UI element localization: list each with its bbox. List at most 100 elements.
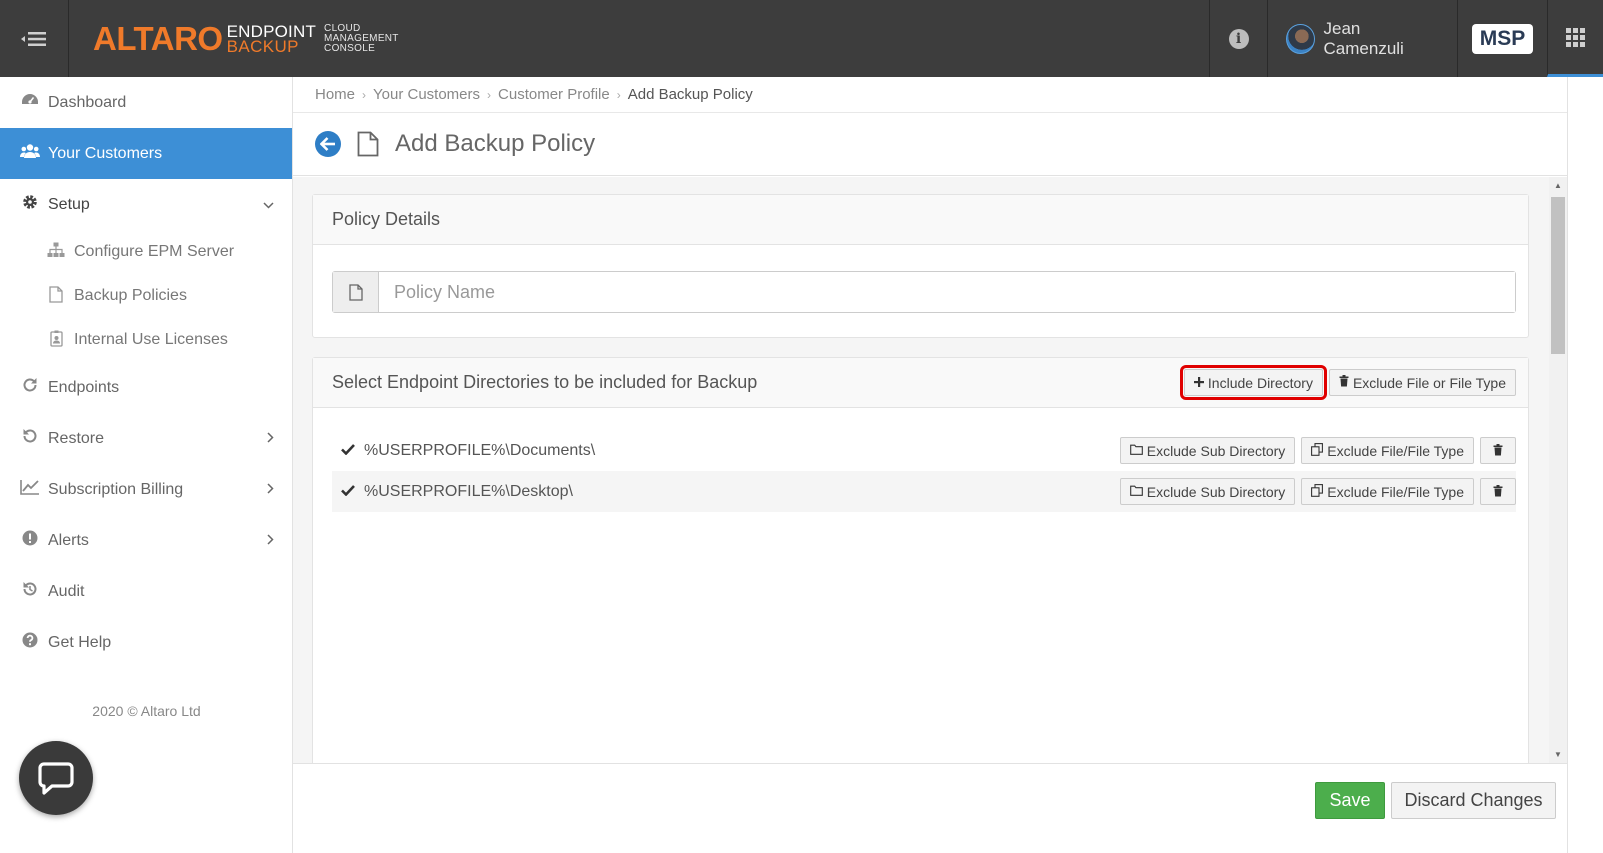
exclude-file-type-row-button[interactable]: Exclude File/File Type bbox=[1301, 437, 1474, 464]
row-actions: Exclude Sub Directory Exclude File/File … bbox=[1119, 478, 1516, 505]
sidebar-item-dashboard[interactable]: Dashboard bbox=[0, 77, 292, 128]
sidebar-item-get-help[interactable]: Get Help bbox=[0, 617, 292, 668]
sidebar-item-your-customers[interactable]: Your Customers bbox=[0, 128, 292, 179]
sidebar-item-setup[interactable]: Setup bbox=[0, 179, 292, 230]
sidebar-subitem-label: Internal Use Licenses bbox=[74, 331, 228, 348]
breadcrumb-your-customers[interactable]: Your Customers bbox=[373, 86, 480, 103]
scroll-up-arrow-icon[interactable]: ▲ bbox=[1549, 177, 1567, 194]
folder-icon bbox=[1129, 444, 1143, 458]
dashboard-icon bbox=[20, 92, 40, 113]
chat-icon bbox=[38, 762, 74, 795]
info-icon: i bbox=[1228, 28, 1249, 49]
page-header: Add Backup Policy bbox=[293, 113, 1567, 176]
sidebar-item-label: Setup bbox=[48, 195, 90, 213]
policy-name-input[interactable] bbox=[379, 272, 1515, 312]
panel-heading: Select Endpoint Directories to be includ… bbox=[313, 358, 1528, 408]
sidebar-subitem-label: Backup Policies bbox=[74, 287, 187, 304]
directory-list: %USERPROFILE%\Documents\ Exclude Sub Dir… bbox=[332, 430, 1516, 512]
breadcrumb-customer-profile[interactable]: Customer Profile bbox=[498, 86, 610, 103]
button-label: Include Directory bbox=[1207, 374, 1313, 391]
sidebar-toggle-button[interactable] bbox=[0, 0, 69, 77]
sidebar-item-label: Restore bbox=[48, 429, 105, 447]
exclude-file-type-button[interactable]: Exclude File or File Type bbox=[1328, 369, 1516, 396]
sidebar-item-label: Alerts bbox=[48, 531, 89, 549]
msp-button[interactable]: MSP bbox=[1457, 0, 1547, 77]
sidebar-item-restore[interactable]: Restore bbox=[0, 413, 292, 464]
users-icon bbox=[20, 143, 40, 164]
history-icon bbox=[20, 581, 40, 602]
question-icon bbox=[20, 632, 40, 653]
logo-console: CLOUD MANAGEMENT CONSOLE bbox=[324, 24, 399, 54]
directory-path: %USERPROFILE%\Documents\ bbox=[364, 441, 596, 459]
line-chart-icon bbox=[20, 479, 40, 500]
user-name: Jean Camenzuli bbox=[1323, 18, 1404, 58]
sidebar-item-label: Get Help bbox=[48, 633, 112, 651]
exclude-sub-directory-button[interactable]: Exclude Sub Directory bbox=[1119, 478, 1296, 505]
sidebar-item-alerts[interactable]: Alerts bbox=[0, 515, 292, 566]
gear-icon bbox=[20, 194, 40, 215]
endpoint-directories-panel: Select Endpoint Directories to be includ… bbox=[312, 357, 1529, 763]
exclude-sub-directory-button[interactable]: Exclude Sub Directory bbox=[1119, 437, 1296, 464]
content-area: Policy Details Select Endpoint Directori… bbox=[293, 177, 1549, 763]
msp-badge: MSP bbox=[1471, 23, 1534, 54]
logo-product-line2: BACKUP bbox=[226, 37, 299, 56]
top-right-controls: i Jean Camenzuli MSP bbox=[1209, 0, 1603, 77]
exclude-file-type-row-button[interactable]: Exclude File/File Type bbox=[1301, 478, 1474, 505]
apps-menu-button[interactable] bbox=[1547, 0, 1603, 77]
panel-heading-text: Select Endpoint Directories to be includ… bbox=[332, 372, 758, 392]
badge-icon bbox=[46, 330, 66, 351]
button-label: Exclude File/File Type bbox=[1327, 483, 1464, 500]
right-gutter bbox=[1567, 77, 1603, 853]
chevron-right-icon: › bbox=[616, 87, 621, 102]
app-logo[interactable]: ALTARO ENDPOINT BACKUP CLOUD MANAGEMENT … bbox=[93, 22, 399, 56]
chevron-down-icon bbox=[263, 197, 274, 212]
scrollbar-thumb[interactable] bbox=[1551, 197, 1565, 354]
directory-path: %USERPROFILE%\Desktop\ bbox=[364, 482, 573, 500]
discard-changes-button[interactable]: Discard Changes bbox=[1391, 782, 1556, 819]
panel-heading-actions: Include Directory Exclude File or File T… bbox=[1179, 365, 1516, 400]
live-chat-button[interactable] bbox=[19, 741, 93, 815]
chevron-right-icon bbox=[267, 533, 274, 548]
sidebar-item-label: Subscription Billing bbox=[48, 480, 184, 498]
menu-collapse-icon bbox=[21, 31, 46, 46]
apps-grid-icon bbox=[1566, 27, 1585, 47]
check-icon bbox=[332, 483, 364, 500]
chevron-right-icon bbox=[267, 431, 274, 446]
arrow-left-icon bbox=[320, 137, 335, 151]
chevron-right-icon bbox=[267, 482, 274, 497]
sidebar: Dashboard Your Customers Setup Configure… bbox=[0, 77, 293, 853]
breadcrumb-current: Add Backup Policy bbox=[627, 86, 753, 103]
exclamation-icon bbox=[20, 530, 40, 551]
include-directory-button[interactable]: Include Directory bbox=[1179, 365, 1327, 400]
logo-product: ENDPOINT BACKUP bbox=[226, 23, 316, 56]
sidebar-item-label: Endpoints bbox=[48, 378, 120, 396]
sidebar-subitem-backup-policies[interactable]: Backup Policies bbox=[0, 274, 292, 318]
scroll-down-arrow-icon[interactable]: ▼ bbox=[1549, 746, 1567, 763]
plus-icon bbox=[1193, 376, 1204, 390]
sidebar-item-audit[interactable]: Audit bbox=[0, 566, 292, 617]
sidebar-subitem-configure-epm-server[interactable]: Configure EPM Server bbox=[0, 230, 292, 274]
logo-brand: ALTARO bbox=[93, 20, 223, 57]
delete-directory-button[interactable] bbox=[1480, 478, 1516, 505]
back-button[interactable] bbox=[315, 131, 341, 157]
content-scrollbar[interactable]: ▲ ▼ bbox=[1549, 177, 1567, 763]
trash-icon bbox=[1493, 484, 1503, 500]
sidebar-item-endpoints[interactable]: Endpoints bbox=[0, 362, 292, 413]
avatar bbox=[1286, 23, 1315, 54]
sidebar-subitem-internal-use-licenses[interactable]: Internal Use Licenses bbox=[0, 318, 292, 362]
sidebar-subitem-label: Configure EPM Server bbox=[74, 243, 235, 260]
info-button[interactable]: i bbox=[1209, 0, 1267, 77]
sidebar-item-subscription-billing[interactable]: Subscription Billing bbox=[0, 464, 292, 515]
breadcrumb: Home › Your Customers › Customer Profile… bbox=[293, 77, 1567, 113]
user-menu[interactable]: Jean Camenzuli bbox=[1267, 0, 1457, 77]
check-icon bbox=[332, 442, 364, 459]
chevron-right-icon: › bbox=[362, 87, 367, 102]
button-label: Exclude Sub Directory bbox=[1146, 483, 1286, 500]
breadcrumb-home[interactable]: Home bbox=[315, 86, 355, 103]
sidebar-item-label: Dashboard bbox=[48, 93, 127, 111]
delete-directory-button[interactable] bbox=[1480, 437, 1516, 464]
file-icon bbox=[46, 285, 66, 307]
button-label: Exclude File or File Type bbox=[1352, 374, 1506, 391]
save-button[interactable]: Save bbox=[1315, 782, 1385, 819]
form-footer: Save Discard Changes bbox=[293, 763, 1567, 853]
